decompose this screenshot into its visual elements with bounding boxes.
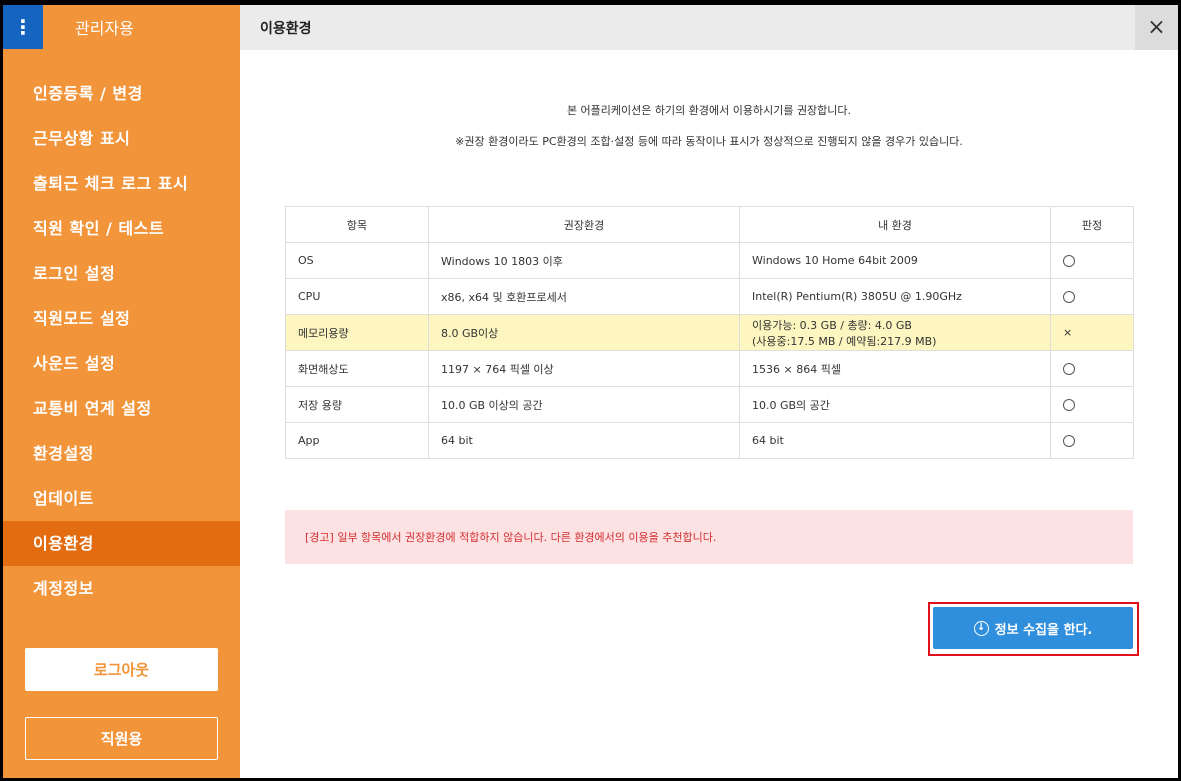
sidebar-item[interactable]: 인증등록 / 변경 [3, 71, 240, 116]
cell-mine: Windows 10 Home 64bit 2009 [739, 242, 1051, 279]
cell-mine-line: Windows 10 Home 64bit 2009 [752, 254, 918, 267]
cell-mine: 10.0 GB의 공간 [739, 386, 1051, 423]
staff-mode-button[interactable]: 직원용 [25, 717, 218, 760]
collect-info-button[interactable]: ↓ 정보 수집을 한다. [933, 607, 1133, 649]
col-header-recommended: 권장환경 [428, 206, 740, 243]
table-row: CPU x86, x64 및 호환프로세서 Intel(R) Pentium(R) … [285, 278, 1134, 315]
sidebar-item[interactable]: 환경설정 [3, 431, 240, 476]
cell-mine: Intel(R) Pentium(R) 3805U @ 1.90GHz [739, 278, 1051, 315]
sidebar-item[interactable]: 로그인 설정 [3, 251, 240, 296]
sidebar-item[interactable]: 계정정보 [3, 566, 240, 611]
sidebar-item[interactable]: 사운드 설정 [3, 341, 240, 386]
sidebar-item[interactable]: 근무상황 표시 [3, 116, 240, 161]
cell-recommended: 64 bit [428, 422, 740, 459]
cell-judge [1050, 386, 1134, 423]
more-menu-icon[interactable]: ⋮ [3, 5, 43, 49]
col-header-mine: 내 환경 [739, 206, 1051, 243]
fail-cross-icon: × [1063, 326, 1073, 339]
sidebar-item[interactable]: 교통비 연계 설정 [3, 386, 240, 431]
cell-recommended: 8.0 GB이상 [428, 314, 740, 351]
cell-recommended: x86, x64 및 호환프로세서 [428, 278, 740, 315]
app-window: ⋮ 관리자용 인증등록 / 변경 근무상황 표시 출퇴근 체크 로그 표시 직원 확인… [3, 5, 1178, 778]
sidebar-header: ⋮ 관리자용 [3, 5, 240, 49]
cell-item: 메모리용량 [285, 314, 429, 351]
cell-item: OS [285, 242, 429, 279]
main-panel: 이용환경 × 본 어플리케이션은 하기의 환경에서 이용하시기를 권장합니다. … [240, 5, 1178, 778]
cell-judge: × [1050, 314, 1134, 351]
cell-mine-line: Intel(R) Pentium(R) 3805U @ 1.90GHz [752, 290, 962, 303]
cell-item: CPU [285, 278, 429, 315]
table-row: 화면해상도 1197 × 764 픽셀 이상 1536 × 864 픽셀 [285, 350, 1134, 387]
cell-judge [1050, 278, 1134, 315]
download-icon: ↓ [973, 620, 989, 636]
sidebar-nav: 인증등록 / 변경 근무상황 표시 출퇴근 체크 로그 표시 직원 확인 / 테스트 로… [3, 71, 240, 611]
sidebar-title: 관리자용 [75, 19, 134, 38]
pass-circle-icon [1063, 291, 1075, 303]
table-row: OS Windows 10 1803 이후 Windows 10 Home 64bi… [285, 242, 1134, 279]
sidebar-item[interactable]: 업데이트 [3, 476, 240, 521]
cell-mine-line: 10.0 GB의 공간 [752, 398, 830, 412]
col-header-judge: 판정 [1050, 206, 1134, 243]
cell-item: App [285, 422, 429, 459]
pass-circle-icon [1063, 363, 1075, 375]
cell-mine: 1536 × 864 픽셀 [739, 350, 1051, 387]
cell-mine: 64 bit [739, 422, 1051, 459]
cell-mine-line: 이용가능: 0.3 GB / 총량: 4.0 GB [752, 318, 912, 332]
warning-text: [경고] 일부 항목에서 권장환경에 적합하지 않습니다. 다른 환경에서의 이… [305, 531, 717, 544]
warning-alert: [경고] 일부 항목에서 권장환경에 적합하지 않습니다. 다른 환경에서의 이… [285, 510, 1133, 564]
cell-mine-line: 64 bit [752, 434, 784, 447]
cell-judge [1050, 422, 1134, 459]
close-icon[interactable]: × [1135, 5, 1178, 50]
table-header-row: 항목 권장환경 내 환경 판정 [285, 206, 1134, 243]
cell-judge [1050, 242, 1134, 279]
pass-circle-icon [1063, 399, 1075, 411]
cell-item: 화면해상도 [285, 350, 429, 387]
table-row: App 64 bit 64 bit [285, 422, 1134, 459]
page-title: 이용환경 [260, 20, 312, 37]
sidebar-item[interactable]: 직원모드 설정 [3, 296, 240, 341]
cell-mine: 이용가능: 0.3 GB / 총량: 4.0 GB (사용중:17.5 MB / … [739, 314, 1051, 351]
cell-recommended: 10.0 GB 이상의 공간 [428, 386, 740, 423]
intro-note: ※권장 환경이라도 PC환경의 조합·설정 등에 따라 동작이나 표시가 정상적… [455, 135, 963, 148]
page-header: 이용환경 [240, 5, 1178, 50]
cell-recommended: 1197 × 764 픽셀 이상 [428, 350, 740, 387]
collect-info-label: 정보 수집을 한다. [994, 622, 1093, 638]
pass-circle-icon [1063, 435, 1075, 447]
col-header-item: 항목 [285, 206, 429, 243]
table-row: 저장 용량 10.0 GB 이상의 공간 10.0 GB의 공간 [285, 386, 1134, 423]
sidebar-item[interactable]: 출퇴근 체크 로그 표시 [3, 161, 240, 206]
sidebar: ⋮ 관리자용 인증등록 / 변경 근무상황 표시 출퇴근 체크 로그 표시 직원 확인… [3, 5, 240, 778]
pass-circle-icon [1063, 255, 1075, 267]
cell-item: 저장 용량 [285, 386, 429, 423]
logout-button[interactable]: 로그아웃 [25, 648, 218, 691]
intro-text: 본 어플리케이션은 하기의 환경에서 이용하시기를 권장합니다. [566, 104, 852, 117]
table-row: 메모리용량 8.0 GB이상 이용가능: 0.3 GB / 총량: 4.0 GB (사… [285, 314, 1134, 351]
cell-mine-line: (사용중:17.5 MB / 예약됨:217.9 MB) [752, 334, 937, 348]
cell-mine-line: 1536 × 864 픽셀 [752, 362, 841, 376]
cell-recommended: Windows 10 1803 이후 [428, 242, 740, 279]
sidebar-item[interactable]: 직원 확인 / 테스트 [3, 206, 240, 251]
sidebar-item[interactable]: 이용환경 [3, 521, 240, 566]
environment-table: 항목 권장환경 내 환경 판정 OS Windows 10 1803 이후 Wind… [285, 206, 1134, 459]
cell-judge [1050, 350, 1134, 387]
